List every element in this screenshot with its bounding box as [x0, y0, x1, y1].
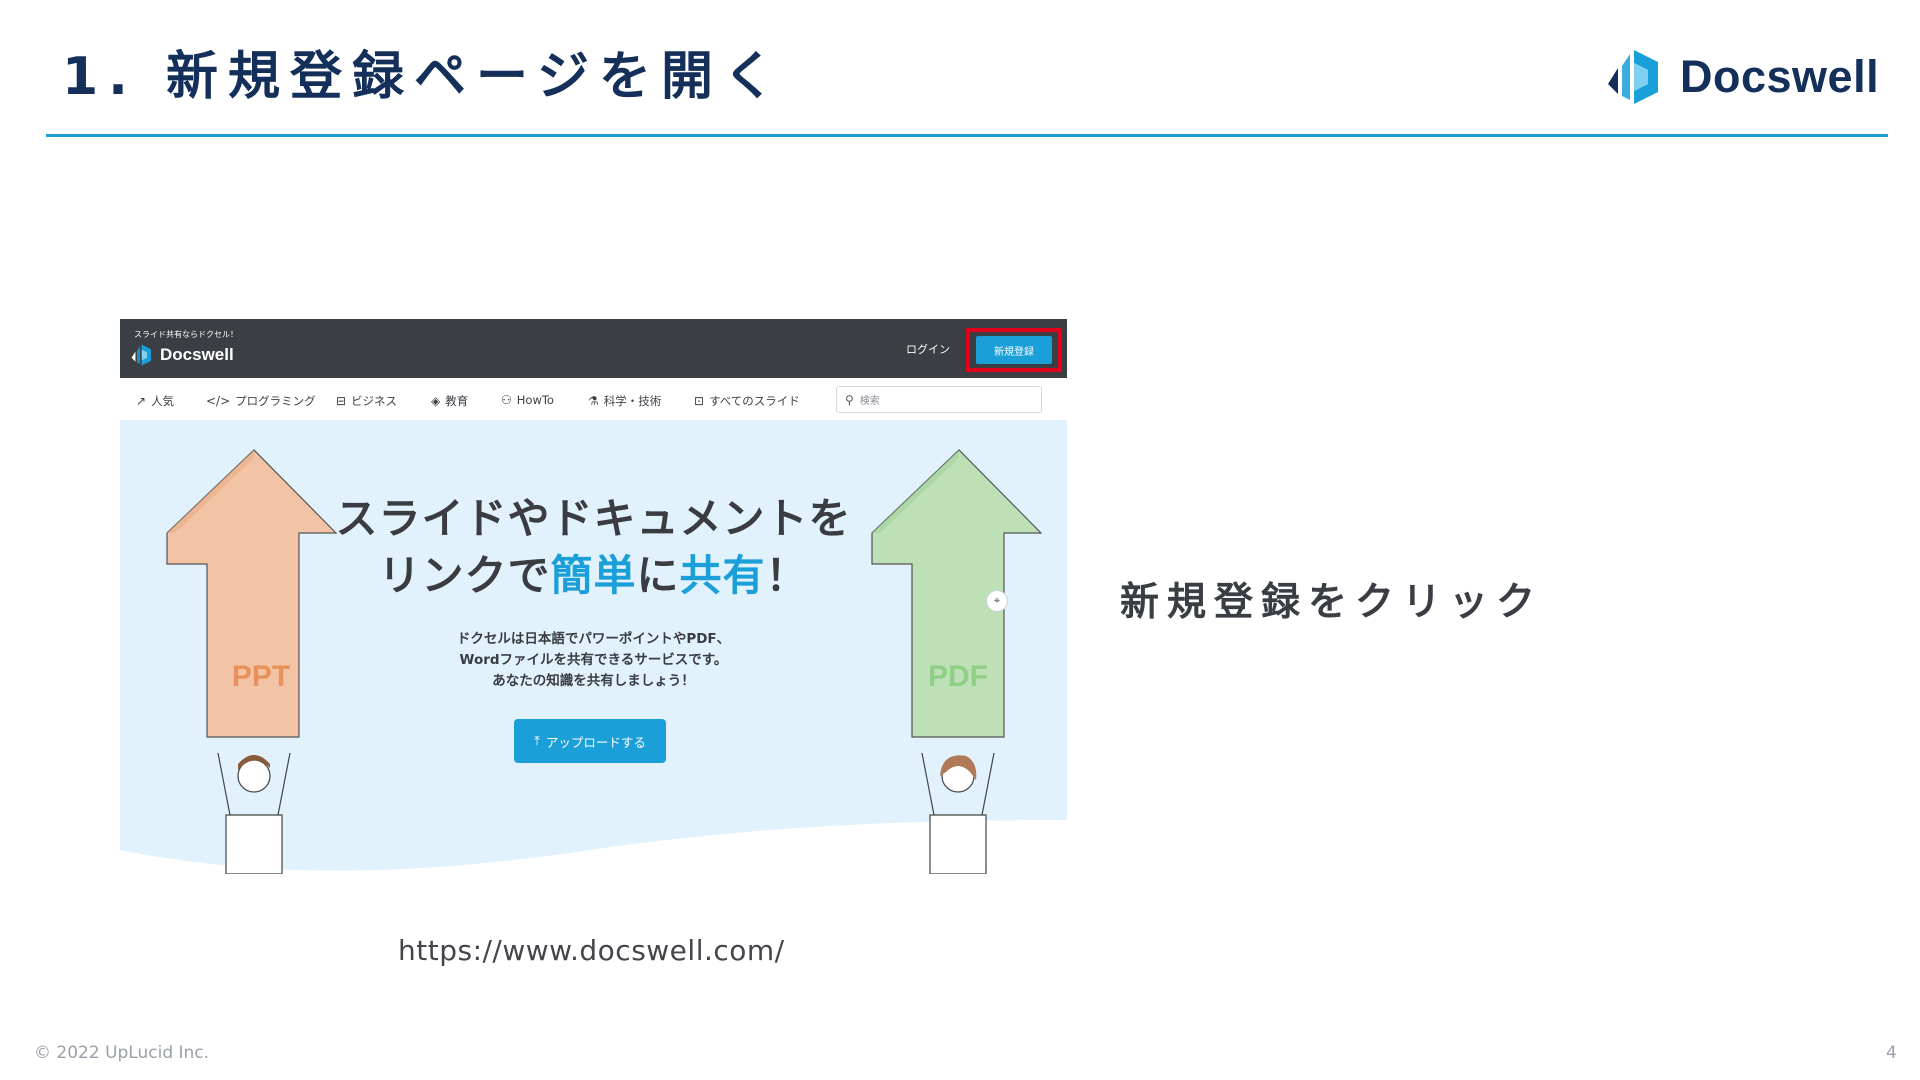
category-item-popular[interactable]: ↗ 人気 — [136, 393, 174, 409]
category-nav: ↗ 人気 </> プログラミング ⊟ ビジネス ◈ 教育 ⚇ HowTo ⚗ 科… — [120, 378, 1067, 420]
category-item-all-slides[interactable]: ⊡ すべてのスライド — [694, 393, 800, 409]
headline-text: に — [636, 551, 680, 600]
hero-headline-line2: リンクで簡単に共有！ — [120, 542, 1067, 603]
search-input[interactable]: ⚲ 検索 — [836, 386, 1042, 413]
copyright-notice: © 2022 UpLucid Inc. — [34, 1043, 210, 1063]
flask-icon: ⚗ — [588, 394, 599, 408]
category-label: すべてのスライド — [709, 394, 800, 408]
hero-section: PPT PDF スライドやドキュメントを リンクで簡単に共有！ ドクセルは日本語… — [120, 420, 1067, 874]
category-item-howto[interactable]: ⚇ HowTo — [501, 393, 554, 407]
upload-button[interactable]: ⤒ アップロードする — [514, 719, 666, 763]
site-header: スライド共有ならドクセル！ Docswell ログイン 新規登録 — [120, 319, 1067, 378]
signup-highlight-box — [966, 328, 1062, 372]
upload-icon: ⤒ — [534, 733, 540, 749]
headline-accent: 簡単 — [550, 551, 637, 600]
category-item-business[interactable]: ⊟ ビジネス — [336, 393, 397, 409]
docswell-logo-icon — [131, 344, 151, 366]
slide-title: 1. 新規登録ページを開く — [62, 47, 785, 107]
headline-text: ！ — [765, 551, 809, 600]
category-item-science[interactable]: ⚗ 科学・技術 — [588, 393, 661, 409]
docswell-logo-icon — [1608, 50, 1658, 104]
brand-name: Docswell — [1680, 51, 1880, 102]
headline-text: リンクで — [378, 551, 551, 600]
category-item-education[interactable]: ◈ 教育 — [431, 393, 468, 409]
url-caption: https://www.docswell.com/ — [398, 934, 785, 967]
page-number: 4 — [1886, 1043, 1897, 1063]
hero-headline-line1: スライドやドキュメントを — [335, 494, 852, 543]
search-placeholder: 検索 — [859, 396, 880, 407]
category-label: HowTo — [516, 393, 554, 407]
website-screenshot: スライド共有ならドクセル！ Docswell ログイン 新規登録 ↗ 人気 </… — [120, 319, 1067, 874]
headline-accent: 共有 — [679, 551, 766, 600]
login-link[interactable]: ログイン — [906, 341, 950, 357]
zoom-icon[interactable]: ⌖ — [986, 590, 1008, 612]
trending-icon: ↗ — [136, 394, 147, 408]
site-logo-name: Docswell — [160, 345, 234, 364]
brand-logo: Docswell — [1604, 44, 1879, 110]
title-divider — [46, 134, 1888, 137]
site-tagline: スライド共有ならドクセル！ — [134, 330, 238, 339]
hero-description-line: あなたの知識を共有しましょう！ — [492, 673, 695, 689]
category-label: 人気 — [151, 394, 175, 408]
category-label: 科学・技術 — [603, 394, 662, 408]
people-icon: ⚇ — [501, 393, 512, 407]
code-icon: </> — [206, 394, 231, 408]
graduation-cap-icon: ◈ — [431, 394, 441, 408]
search-icon: ⚲ — [845, 392, 854, 407]
hero-description-line: ドクセルは日本語でパワーポイントやPDF、 — [456, 631, 731, 647]
category-label: 教育 — [445, 394, 469, 408]
upload-button-label: アップロードする — [545, 734, 646, 750]
briefcase-icon: ⊟ — [336, 394, 347, 408]
category-label: プログラミング — [235, 394, 316, 408]
category-label: ビジネス — [351, 394, 398, 408]
presentation-icon: ⊡ — [694, 394, 705, 408]
category-item-programming[interactable]: </> プログラミング — [206, 393, 316, 409]
site-logo[interactable]: Docswell — [130, 342, 234, 368]
instruction-text: 新規登録をクリック — [1120, 580, 1544, 625]
hero-description-line: Wordファイルを共有できるサービスです。 — [459, 652, 728, 668]
